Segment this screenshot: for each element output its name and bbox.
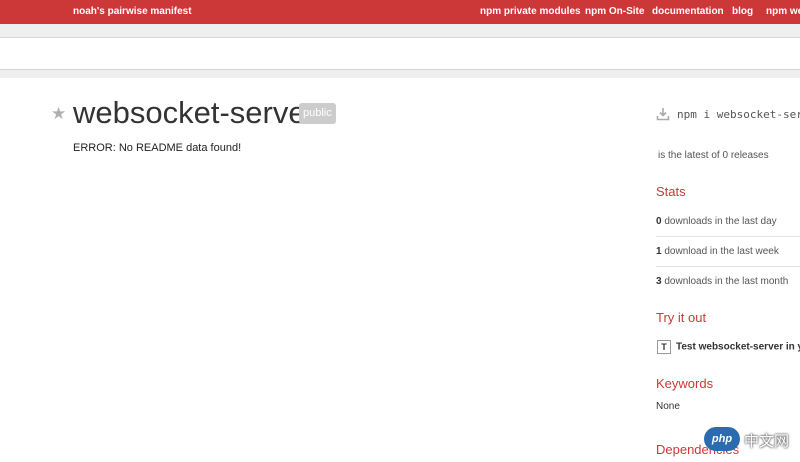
readme-error: ERROR: No README data found! (73, 142, 242, 154)
watermark-logo: php (704, 427, 740, 451)
stat-count: 3 (656, 276, 662, 287)
keywords-heading: Keywords (656, 376, 714, 391)
visibility-badge: public (299, 103, 336, 124)
watermark-text: 中文网 (744, 433, 790, 450)
stats-heading: Stats (656, 184, 686, 199)
nav-link-weekly[interactable]: npm we (766, 6, 800, 17)
top-bar: noah's pairwise manifest npm private mod… (0, 0, 800, 24)
stat-label: downloads in the last day (664, 216, 777, 227)
nav-link-blog[interactable]: blog (732, 6, 753, 17)
nav-link-private-modules[interactable]: npm private modules (480, 6, 581, 17)
search-bar-area (0, 38, 800, 69)
keywords-value: None (656, 401, 680, 412)
try-it-out-text: Test websocket-server in y (676, 341, 800, 353)
stat-row: 0 downloads in the last day (656, 207, 800, 237)
stat-label: downloads in the last month (664, 276, 789, 287)
top-nav: npm private modules npm On-Site document… (468, 6, 800, 20)
tagline[interactable]: noah's pairwise manifest (73, 6, 192, 17)
download-icon (656, 108, 670, 121)
latest-release-text: is the latest of 0 releases (658, 150, 769, 161)
sidebar: npm i websocket-ser is the latest of 0 r… (656, 100, 800, 462)
stat-row: 3 downloads in the last month (656, 267, 800, 297)
install-command-text: npm i websocket-ser (677, 108, 800, 121)
watermark: php 中文网 (704, 427, 794, 455)
nav-link-documentation[interactable]: documentation (652, 6, 724, 17)
try-it-out-heading: Try it out (656, 310, 707, 325)
stat-count: 1 (656, 246, 662, 257)
tonic-icon: T (657, 340, 671, 354)
install-command[interactable]: npm i websocket-ser (656, 106, 800, 126)
stat-count: 0 (656, 216, 662, 227)
header-band (0, 24, 800, 38)
header-divider (0, 69, 800, 78)
try-it-out-link[interactable]: T Test websocket-server in y (657, 340, 800, 354)
stat-row: 1 download in the last week (656, 237, 800, 267)
package-title: websocket-server (73, 95, 316, 130)
star-icon[interactable]: ★ (51, 104, 66, 124)
nav-link-on-site[interactable]: npm On-Site (585, 6, 644, 17)
stat-label: download in the last week (664, 246, 779, 257)
